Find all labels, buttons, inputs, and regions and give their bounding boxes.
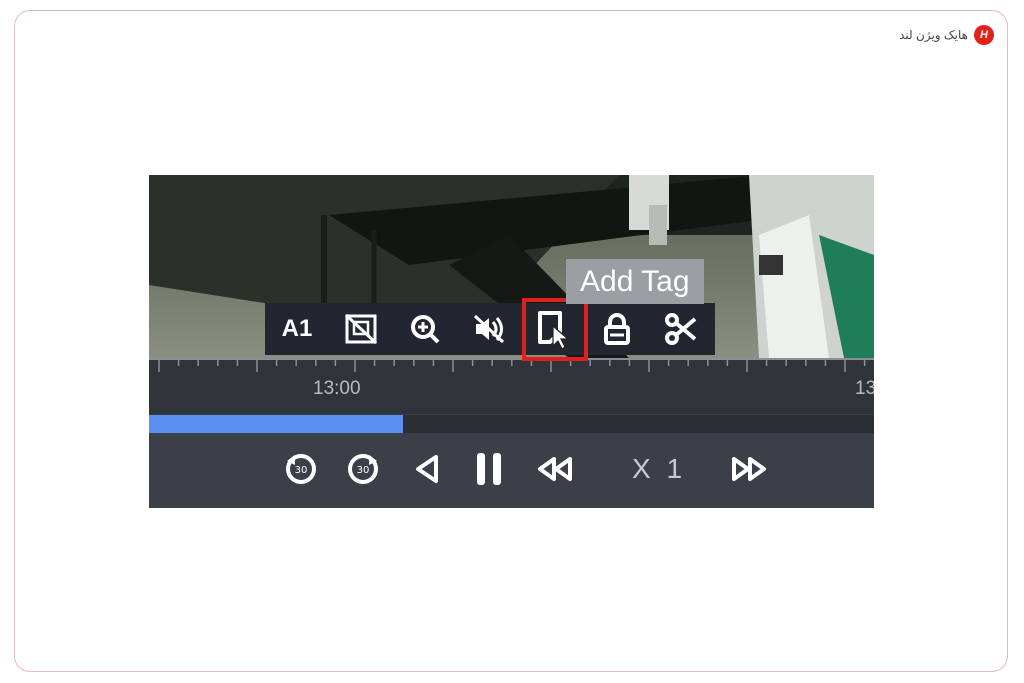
digital-zoom-button[interactable] <box>393 303 457 355</box>
channel-label: A1 <box>281 315 313 342</box>
play-reverse-icon <box>416 455 438 483</box>
audio-button[interactable] <box>457 303 521 355</box>
pause-button[interactable] <box>469 449 509 489</box>
rewind-30s-button[interactable]: 30 <box>279 449 323 489</box>
playback-speed: X 1 <box>631 453 687 484</box>
logo-badge-icon: H <box>974 25 994 45</box>
clip-button[interactable] <box>649 303 713 355</box>
speaker-muted-icon <box>473 314 505 344</box>
svg-text:30: 30 <box>295 465 308 476</box>
playback-progress-bar[interactable] <box>149 415 874 433</box>
fast-rewind-icon <box>538 457 572 481</box>
image-crossed-icon <box>344 313 378 345</box>
brand-logo: هایک ویژن لند H <box>899 25 994 45</box>
playback-toolbar: A1 <box>265 303 715 355</box>
replay-30-icon: 30 <box>286 454 316 484</box>
fast-forward-icon <box>732 457 766 481</box>
reverse-play-button[interactable] <box>407 449 447 489</box>
lock-button[interactable] <box>585 303 649 355</box>
zoom-in-icon <box>411 315 440 344</box>
snapshot-button[interactable] <box>329 303 393 355</box>
logo-text: هایک ویژن لند <box>899 28 968 42</box>
forward-30-icon: 30 <box>348 454 378 484</box>
scissors-icon <box>665 313 697 345</box>
add-tag-highlight-box <box>522 298 588 361</box>
channel-button[interactable]: A1 <box>265 303 329 355</box>
forward-30s-button[interactable]: 30 <box>341 449 385 489</box>
time-label-next: 13 <box>855 378 874 399</box>
speed-up-button[interactable] <box>727 449 771 489</box>
playback-controls: 30 30 X 1 <box>149 433 874 508</box>
video-player: 13:00 13 30 30 X 1 A1 Add Tag <box>149 175 874 508</box>
timeline-ticks <box>149 358 874 372</box>
add-tag-tooltip: Add Tag <box>566 259 704 304</box>
slow-down-button[interactable] <box>533 449 577 489</box>
timeline-ruler[interactable]: 13:00 13 <box>149 358 874 414</box>
time-label-1300: 13:00 <box>313 378 361 399</box>
playback-progress-fill <box>149 415 403 433</box>
lock-icon <box>604 313 630 345</box>
pause-icon <box>477 453 501 485</box>
svg-text:30: 30 <box>357 465 370 476</box>
